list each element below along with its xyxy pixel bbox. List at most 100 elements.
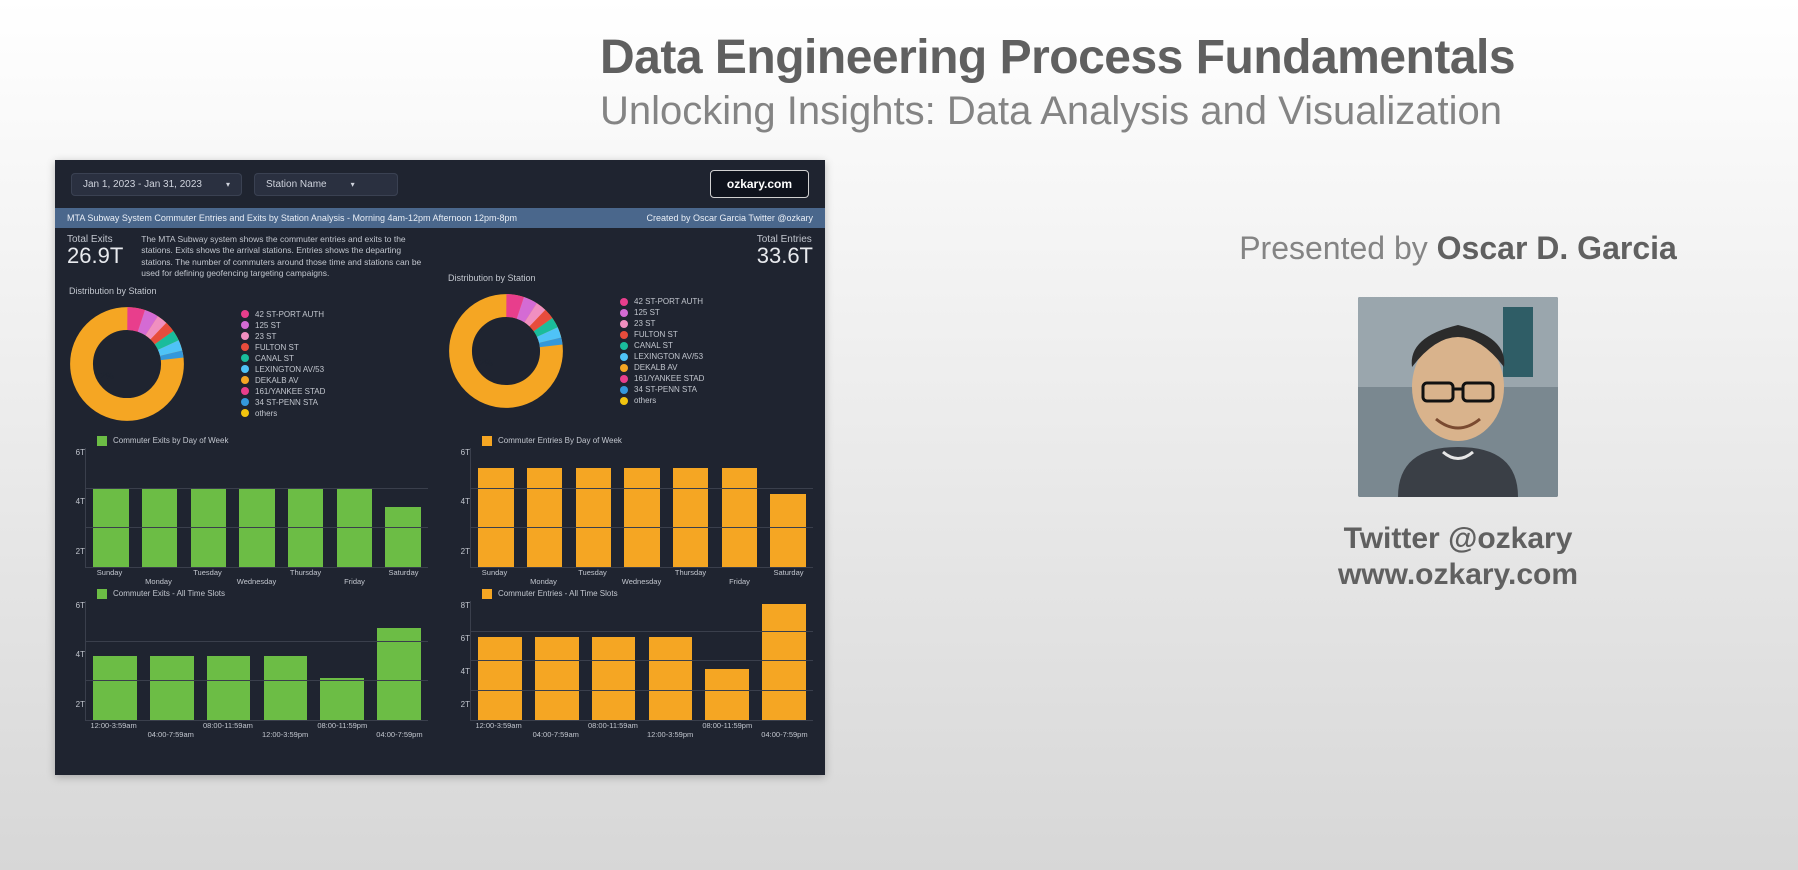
y-axis: 8T6T4T2T [452, 601, 470, 721]
legend-item: 125 ST [620, 308, 704, 317]
legend-label: others [255, 409, 277, 418]
presenter-name: Oscar D. Garcia [1437, 230, 1677, 266]
chart-title: Commuter Exits by Day of Week [113, 436, 228, 445]
distribution-title-entries: Distribution by Station [448, 273, 813, 283]
bar [762, 604, 806, 720]
bar [320, 678, 364, 720]
legend-label: 42 ST-PORT AUTH [634, 297, 703, 306]
donut-center-label: 72% [475, 358, 493, 368]
y-tick: 4T [76, 497, 85, 506]
y-tick: 6T [76, 448, 85, 457]
legend-exits: 42 ST-PORT AUTH125 ST23 STFULTON STCANAL… [201, 310, 325, 418]
legend-dot-icon [241, 387, 249, 395]
kpi-row: Total Exits 26.9T The MTA Subway system … [67, 234, 813, 426]
bar [478, 637, 522, 720]
x-tick: Monday [519, 577, 568, 586]
legend-item: FULTON ST [241, 343, 325, 352]
x-tick: Sunday [85, 568, 134, 577]
legend-dot-icon [620, 375, 628, 383]
bar [649, 637, 693, 720]
legend-item: FULTON ST [620, 330, 704, 339]
x-tick: 08:00-11:59am [584, 721, 641, 730]
x-tick: 12:00-3:59am [85, 721, 142, 730]
presented-by: Presented by Oscar D. Garcia [1178, 230, 1738, 267]
y-axis: 6T 4T 2T [67, 448, 85, 568]
legend-dot-icon [620, 298, 628, 306]
bar-charts-grid: Commuter Exits by Day of Week 6T 4T 2T Sun… [67, 434, 813, 730]
x-tick: Friday [330, 577, 379, 586]
bar [288, 488, 324, 567]
y-tick: 8T [461, 601, 470, 610]
y-tick: 4T [461, 667, 470, 676]
legend-dot-icon [241, 332, 249, 340]
legend-label: 42 ST-PORT AUTH [255, 310, 324, 319]
y-tick: 4T [461, 497, 470, 506]
legend-dot-icon [620, 397, 628, 405]
bar [673, 468, 709, 567]
legend-item: 125 ST [241, 321, 325, 330]
bar [93, 656, 137, 720]
kpi-total-entries: Total Entries 33.6T [757, 234, 813, 267]
x-tick: Tuesday [568, 568, 617, 577]
legend-item: 161/YANKEE STAD [241, 387, 325, 396]
chart-title: Commuter Exits - All Time Slots [113, 589, 225, 598]
plot-area [470, 601, 813, 721]
x-tick: Sunday [470, 568, 519, 577]
banner-title: MTA Subway System Commuter Entries and E… [67, 213, 517, 223]
legend-item: 23 ST [241, 332, 325, 341]
x-tick: 08:00-11:59am [199, 721, 256, 730]
legend-dot-icon [241, 376, 249, 384]
x-tick: 04:00-7:59am [142, 730, 199, 739]
legend-label: others [634, 396, 656, 405]
x-tick: 04:00-7:59pm [756, 730, 813, 739]
x-tick: 12:00-3:59pm [642, 730, 699, 739]
y-axis: 6T4T2T [452, 448, 470, 568]
y-tick: 2T [461, 547, 470, 556]
y-tick: 2T [76, 547, 85, 556]
kpi-total-exits: Total Exits 26.9T [67, 234, 123, 267]
presenter-photo [1358, 297, 1558, 497]
chevron-down-icon: ▾ [226, 180, 230, 189]
legend-dot-icon [241, 365, 249, 373]
chart-entries-slot: Commuter Entries - All Time Slots 8T6T4T… [452, 587, 813, 730]
slide-subtitle: Unlocking Insights: Data Analysis and Vi… [600, 89, 1758, 134]
bar [191, 488, 227, 567]
y-tick: 6T [76, 601, 85, 610]
x-tick: 04:00-7:59am [527, 730, 584, 739]
legend-label: 34 ST-PENN STA [255, 398, 318, 407]
legend-item: 161/YANKEE STAD [620, 374, 704, 383]
legend-dot-icon [620, 309, 628, 317]
legend-item: LEXINGTON AV/53 [241, 365, 325, 374]
dashboard-description: The MTA Subway system shows the commuter… [141, 234, 434, 280]
y-tick: 2T [461, 700, 470, 709]
x-tick: Friday [715, 577, 764, 586]
legend-dot-icon [241, 409, 249, 417]
date-range-filter[interactable]: Jan 1, 2023 - Jan 31, 2023 ▾ [71, 173, 242, 196]
legend-label: 125 ST [255, 321, 281, 330]
x-tick: 08:00-11:59pm [314, 721, 371, 730]
bar [377, 628, 421, 720]
kpi-value: 26.9T [67, 245, 123, 267]
legend-dot-icon [620, 331, 628, 339]
distribution-title-exits: Distribution by Station [69, 286, 434, 296]
bar [385, 507, 421, 567]
x-axis: SundayMondayTuesdayWednesdayThursdayFrid… [67, 568, 428, 577]
legend-label: 34 ST-PENN STA [634, 385, 697, 394]
legend-item: 34 ST-PENN STA [620, 385, 704, 394]
bar [624, 468, 660, 567]
legend-item: others [241, 409, 325, 418]
legend-swatch-icon [97, 436, 107, 446]
dashboard-panel: Jan 1, 2023 - Jan 31, 2023 ▾ Station Nam… [55, 160, 825, 775]
legend-label: 161/YANKEE STAD [634, 374, 704, 383]
x-tick: Saturday [764, 568, 813, 577]
x-axis: 12:00-3:59am04:00-7:59am08:00-11:59am12:… [67, 721, 428, 730]
legend-item: 34 ST-PENN STA [241, 398, 325, 407]
x-tick: Monday [134, 577, 183, 586]
x-tick: Wednesday [232, 577, 281, 586]
station-filter[interactable]: Station Name ▾ [254, 173, 398, 196]
plot-area [470, 448, 813, 568]
bar [527, 468, 563, 567]
bar [592, 637, 636, 720]
legend-label: FULTON ST [255, 343, 299, 352]
presenter-twitter: Twitter @ozkary [1178, 522, 1738, 556]
